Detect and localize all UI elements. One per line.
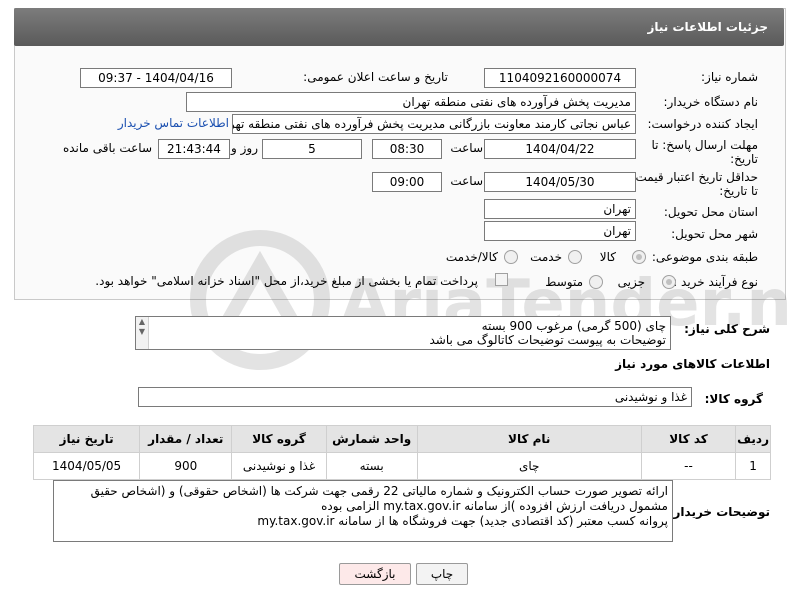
col-quantity: تعداد / مقدار <box>139 425 233 453</box>
buyer-notes-line-2: مشمول دریافت ارزش افزوده )از سامانه my.t… <box>321 499 668 513</box>
days-label: روز و <box>231 141 258 155</box>
price-validity-label-2: تا تاریخ: <box>719 184 758 198</box>
price-validity-label: حداقل تاریخ اعتبار قیمت: <box>631 170 758 184</box>
process-option-minor: جزیی <box>617 275 645 289</box>
city-field: تهران <box>484 221 636 241</box>
col-unit: واحد شمارش <box>325 425 418 453</box>
process-radio-minor[interactable] <box>662 275 676 289</box>
category-option-service: خدمت <box>530 250 562 264</box>
province-field: تهران <box>484 199 636 219</box>
description-line-1: چای (500 گرمی) مرغوب 900 بسته <box>481 319 666 333</box>
need-number-label: شماره نیاز: <box>701 70 758 84</box>
process-label: نوع فرآیند خرید : <box>673 275 758 289</box>
col-code: کد کالا <box>640 425 737 453</box>
creator-label: ایجاد کننده درخواست: <box>647 117 758 131</box>
process-option-medium: متوسط <box>545 275 583 289</box>
table-row: 1 -- چای بسته غذا و نوشیدنی 900 1404/05/… <box>32 452 771 480</box>
goods-group-field: غذا و نوشیدنی <box>138 387 692 407</box>
category-radio-service[interactable] <box>568 250 582 264</box>
deadline-time-field: 08:30 <box>372 139 442 159</box>
description-line-2: توضیحات به پیوست توضیحات کاتالوگ می باشد <box>429 333 667 347</box>
buyer-org-field: مدیریت پخش فرآورده های نفتی منطقه تهران <box>186 92 636 112</box>
remaining-time-field: 21:43:44 <box>158 139 230 159</box>
cell-group: غذا و نوشیدنی <box>231 452 327 480</box>
goods-section-title: اطلاعات کالاهای مورد نیاز <box>615 357 770 371</box>
city-label: شهر محل تحویل: <box>671 227 758 241</box>
price-time-label: ساعت <box>450 174 483 188</box>
watermark-logo: AriaTender.neT <box>190 230 788 370</box>
description-label: شرح کلی نیاز: <box>684 322 770 336</box>
cell-quantity: 900 <box>139 452 233 480</box>
goods-table-header: ردیف کد کالا نام کالا واحد شمارش گروه کا… <box>32 425 771 453</box>
panel-header: جزئیات اطلاعات نیاز <box>14 8 784 46</box>
goods-group-label: گروه کالا: <box>704 392 763 406</box>
back-button[interactable]: بازگشت <box>339 563 411 585</box>
goods-table: ردیف کد کالا نام کالا واحد شمارش گروه کا… <box>32 425 771 480</box>
print-button[interactable]: چاپ <box>416 563 468 585</box>
buyer-org-label: نام دستگاه خریدار: <box>663 95 759 109</box>
price-time-field: 09:00 <box>372 172 442 192</box>
announce-field: 1404/04/16 - 09:37 <box>80 68 232 88</box>
panel-title: جزئیات اطلاعات نیاز <box>647 20 768 34</box>
buyer-notes-line-1: ارائه تصویر صورت حساب الکترونیک و شماره … <box>90 484 668 498</box>
col-row: ردیف <box>735 425 771 453</box>
category-option-both: کالا/خدمت <box>445 250 498 264</box>
description-scrollbar[interactable]: ▲ ▼ <box>136 317 149 349</box>
col-group: گروه کالا <box>231 425 327 453</box>
cell-name: چای <box>416 452 642 480</box>
buyer-notes-box: ارائه تصویر صورت حساب الکترونیک و شماره … <box>53 480 673 542</box>
treasury-payment-note: پرداخت تمام یا بخشی از مبلغ خرید،از محل … <box>95 274 478 288</box>
deadline-time-label: ساعت <box>450 141 483 155</box>
cell-row: 1 <box>735 452 771 480</box>
province-label: استان محل تحویل: <box>663 205 758 219</box>
deadline-label: مهلت ارسال پاسخ: تا <box>651 138 758 152</box>
buyer-notes-label: توضیحات خریدار: <box>668 505 770 519</box>
price-date-field: 1404/05/30 <box>484 172 636 192</box>
description-textarea[interactable]: ▲ ▼ چای (500 گرمی) مرغوب 900 بسته توضیحات… <box>135 316 671 350</box>
col-name: نام کالا <box>416 425 642 453</box>
category-radio-goods[interactable] <box>632 250 646 264</box>
cell-unit: بسته <box>325 452 418 480</box>
col-date: تاریخ نیاز <box>32 425 141 453</box>
announce-label: تاریخ و ساعت اعلان عمومی: <box>303 70 448 84</box>
category-label: طبقه بندی موضوعی: <box>651 250 758 264</box>
cell-code: -- <box>640 452 737 480</box>
cell-date: 1404/05/05 <box>32 452 141 480</box>
creator-field: عباس نجاتی کارمند معاونت بازرگانی مدیریت… <box>232 114 636 134</box>
treasury-payment-checkbox[interactable] <box>495 273 508 286</box>
need-number-field: 1104092160000074 <box>484 68 636 88</box>
remaining-label: ساعت باقی مانده <box>62 141 152 155</box>
category-radio-both[interactable] <box>504 250 518 264</box>
process-radio-medium[interactable] <box>589 275 603 289</box>
deadline-label-2: تاریخ: <box>730 152 758 166</box>
days-field: 5 <box>262 139 362 159</box>
category-option-goods: کالا <box>599 250 616 264</box>
contact-buyer-link[interactable]: اطلاعات تماس خریدار <box>118 116 229 130</box>
buyer-notes-line-3: پروانه کسب معتبر (کد اقتصادی جدید) جهت ف… <box>257 514 668 528</box>
deadline-date-field: 1404/04/22 <box>484 139 636 159</box>
